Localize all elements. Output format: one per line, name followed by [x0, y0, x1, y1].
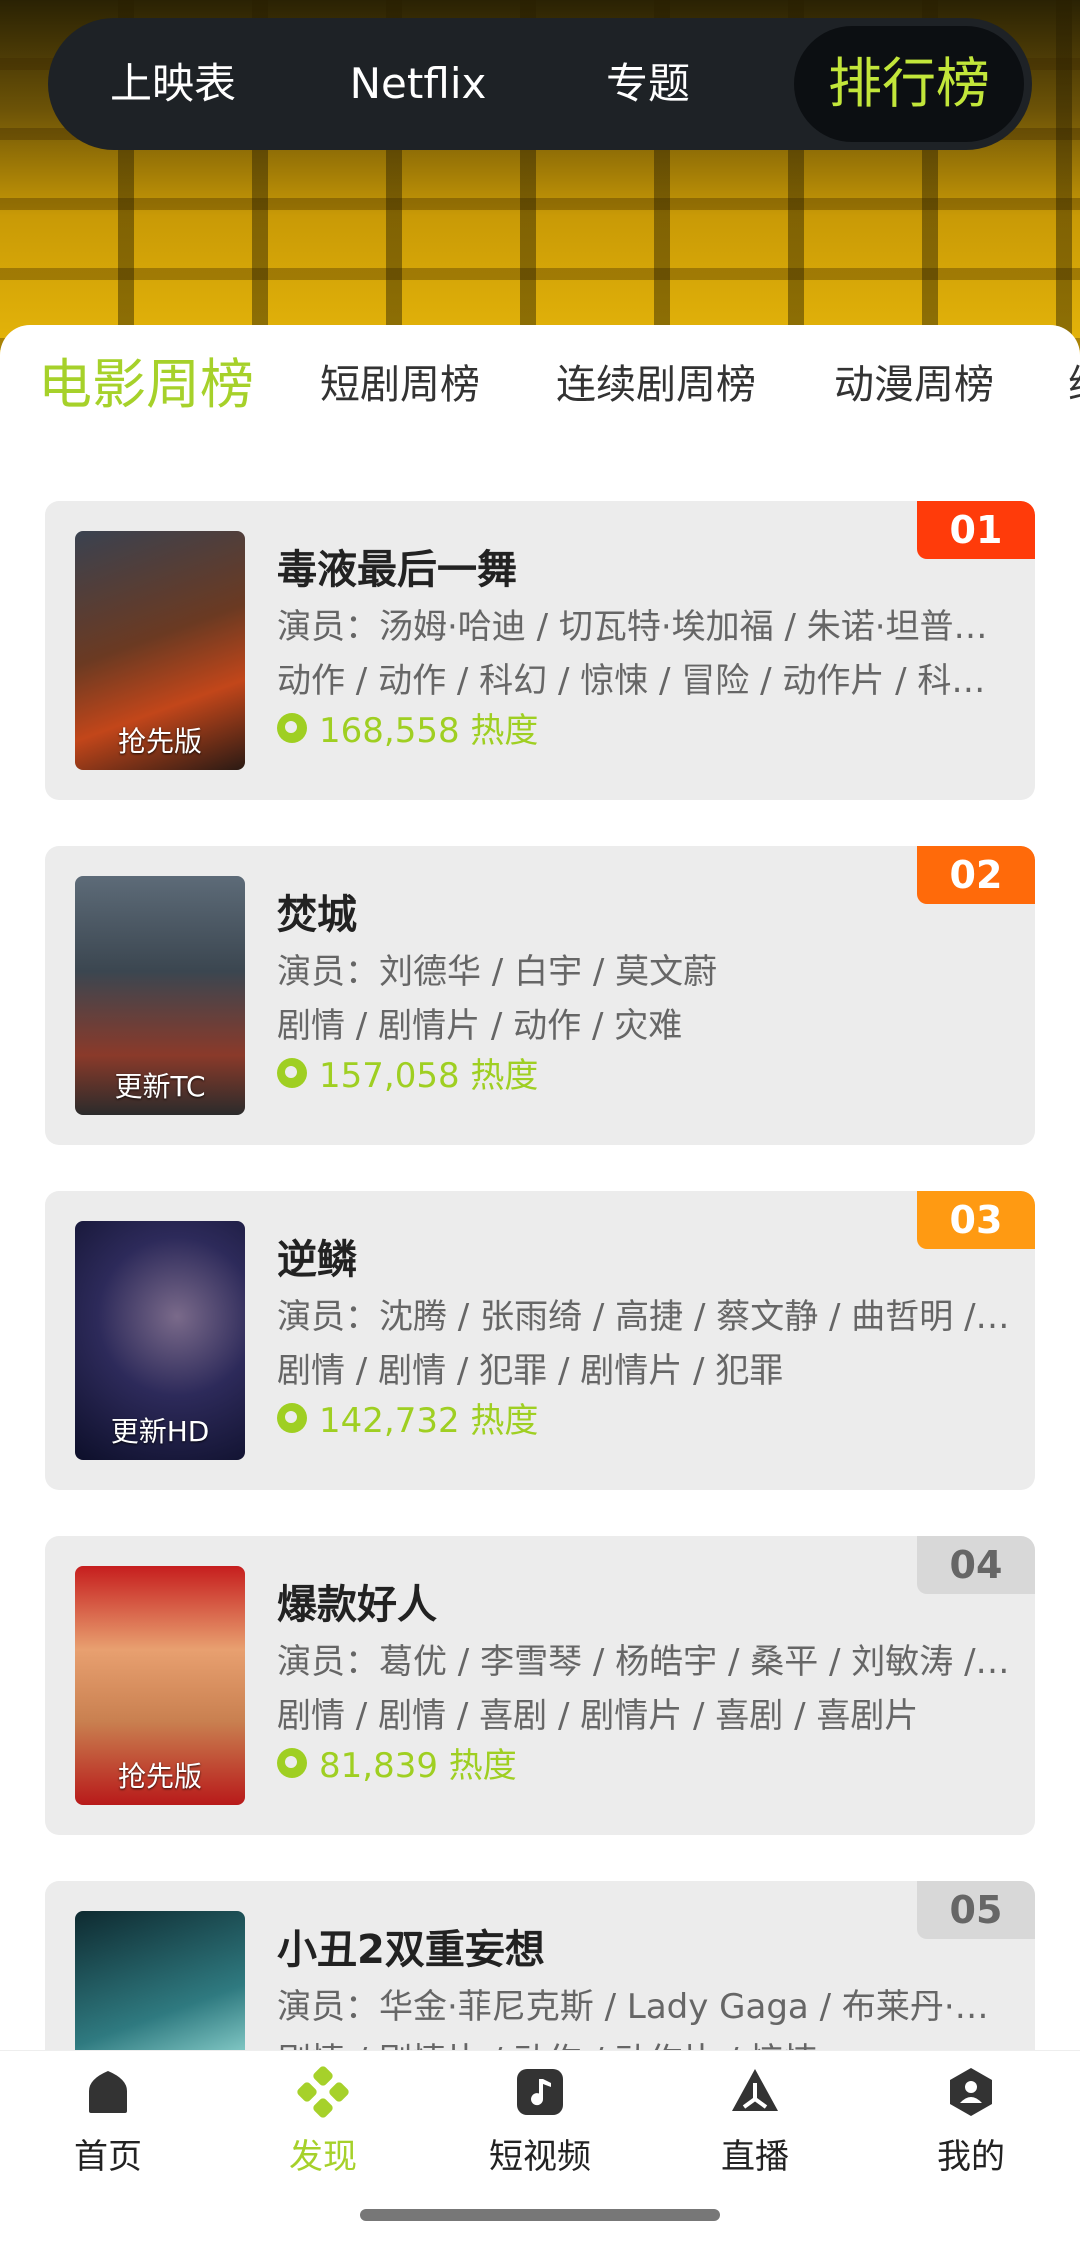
- movie-title: 焚城: [277, 892, 357, 938]
- heat-score: 142,732 热度: [277, 1393, 538, 1442]
- nav-live[interactable]: 直播: [680, 2065, 830, 2178]
- poster-badge: 更新TC: [114, 1070, 206, 1103]
- rank-badge: 05: [917, 1881, 1035, 1939]
- heat-icon: [277, 712, 307, 743]
- profile-icon: [950, 2068, 992, 2116]
- poster-image: [75, 1911, 245, 2055]
- tab-netflix[interactable]: Netflix: [318, 18, 518, 150]
- subtab-anime-weekly[interactable]: 动漫周榜: [834, 325, 994, 455]
- movie-cast: 演员：华金·菲尼克斯 / Lady Gaga / 布莱丹·格…: [277, 1987, 1017, 2027]
- rank-badge: 01: [917, 501, 1035, 559]
- heat-value: 157,058 热度: [319, 1056, 539, 1096]
- heat-value: 142,732 热度: [319, 1401, 539, 1441]
- poster-badge: 抢先版: [117, 725, 202, 758]
- heat-value: 168,558 热度: [319, 711, 539, 751]
- nav-home[interactable]: 首页: [33, 2065, 183, 2178]
- ranking-card[interactable]: 更新TC 02 焚城 演员：刘德华 / 白宇 / 莫文蔚 剧情 / 剧情片 / …: [45, 846, 1035, 1145]
- nav-label: 我的: [937, 2137, 1005, 2177]
- ranking-card[interactable]: 抢先版 01 毒液最后一舞 演员：汤姆·哈迪 / 切瓦特·埃加福 / 朱诺·坦普…: [45, 501, 1035, 800]
- heat-icon: [277, 1057, 307, 1088]
- movie-cast: 演员：刘德华 / 白宇 / 莫文蔚: [277, 952, 718, 992]
- poster-image: 抢先版: [75, 531, 245, 770]
- movie-title: 毒液最后一舞: [277, 547, 517, 593]
- poster-image: 更新HD: [75, 1221, 245, 1460]
- nav-label: 直播: [721, 2137, 789, 2177]
- nav-short-video[interactable]: 短视频: [465, 2065, 615, 2178]
- poster-badge: 更新HD: [110, 1415, 210, 1448]
- rank-badge: 03: [917, 1191, 1035, 1249]
- heat-icon: [277, 1402, 307, 1433]
- nav-profile[interactable]: 我的: [896, 2065, 1046, 2178]
- poster-image: 更新TC: [75, 876, 245, 1115]
- movie-cast: 演员：葛优 / 李雪琴 / 杨皓宇 / 桑平 / 刘敏涛 /…: [277, 1642, 1010, 1682]
- music-note-icon: [517, 2069, 563, 2115]
- ranking-card[interactable]: 更新HD 03 逆鳞 演员：沈腾 / 张雨绮 / 高捷 / 蔡文静 / 曲哲明 …: [45, 1191, 1035, 1490]
- movie-cast: 演员：沈腾 / 张雨绮 / 高捷 / 蔡文静 / 曲哲明 /…: [277, 1297, 1010, 1337]
- rank-badge: 04: [917, 1536, 1035, 1594]
- subtab-variety-weekly[interactable]: 综: [1068, 325, 1080, 455]
- top-nav-bar: 上映表 Netflix 专题 排行榜: [48, 18, 1032, 150]
- discover-icon: [297, 2066, 349, 2118]
- movie-genres: 剧情 / 剧情片 / 动作 / 灾难: [277, 1006, 683, 1046]
- tab-topics[interactable]: 专题: [578, 18, 718, 150]
- movie-genres: 剧情 / 剧情 / 喜剧 / 剧情片 / 喜剧 / 喜剧片: [277, 1696, 919, 1736]
- heat-value: 81,839 热度: [319, 1746, 517, 1786]
- nav-label: 短视频: [489, 2137, 591, 2177]
- ranking-sheet: 电影周榜 短剧周榜 连续剧周榜 动漫周榜 综 抢先版 01 毒液最后一舞 演员：…: [0, 325, 1080, 2055]
- tab-rankings[interactable]: 排行榜: [794, 26, 1024, 142]
- movie-cast: 演员：汤姆·哈迪 / 切瓦特·埃加福 / 朱诺·坦普…: [277, 607, 988, 647]
- home-icon: [89, 2071, 127, 2113]
- rank-badge: 02: [917, 846, 1035, 904]
- ranking-card[interactable]: 抢先版 04 爆款好人 演员：葛优 / 李雪琴 / 杨皓宇 / 桑平 / 刘敏涛…: [45, 1536, 1035, 1835]
- movie-genres: 剧情 / 剧情 / 犯罪 / 剧情片 / 犯罪: [277, 1351, 784, 1391]
- live-icon: [732, 2069, 778, 2111]
- poster-badge: 抢先版: [117, 1760, 202, 1793]
- nav-discover[interactable]: 发现: [248, 2065, 398, 2178]
- heat-score: 157,058 热度: [277, 1048, 538, 1097]
- home-indicator[interactable]: [360, 2209, 720, 2221]
- heat-score: 168,558 热度: [277, 703, 538, 752]
- heat-score: 81,839 热度: [277, 1738, 517, 1787]
- movie-title: 爆款好人: [277, 1582, 437, 1628]
- ranking-card[interactable]: 05 小丑2双重妄想 演员：华金·菲尼克斯 / Lady Gaga / 布莱丹·…: [45, 1881, 1035, 2055]
- ranking-subtabs: 电影周榜 短剧周榜 连续剧周榜 动漫周榜 综: [0, 325, 1080, 455]
- tab-schedule[interactable]: 上映表: [88, 18, 258, 150]
- movie-title: 小丑2双重妄想: [277, 1927, 545, 1973]
- subtab-short-drama-weekly[interactable]: 短剧周榜: [320, 325, 480, 455]
- movie-genres: 动作 / 动作 / 科幻 / 惊悚 / 冒险 / 动作片 / 科…: [277, 661, 986, 701]
- nav-label: 首页: [74, 2137, 142, 2177]
- subtab-series-weekly[interactable]: 连续剧周榜: [556, 325, 756, 455]
- movie-title: 逆鳞: [277, 1237, 357, 1283]
- heat-icon: [277, 1747, 307, 1778]
- nav-label: 发现: [289, 2137, 357, 2177]
- poster-image: 抢先版: [75, 1566, 245, 1805]
- subtab-movie-weekly[interactable]: 电影周榜: [38, 325, 254, 455]
